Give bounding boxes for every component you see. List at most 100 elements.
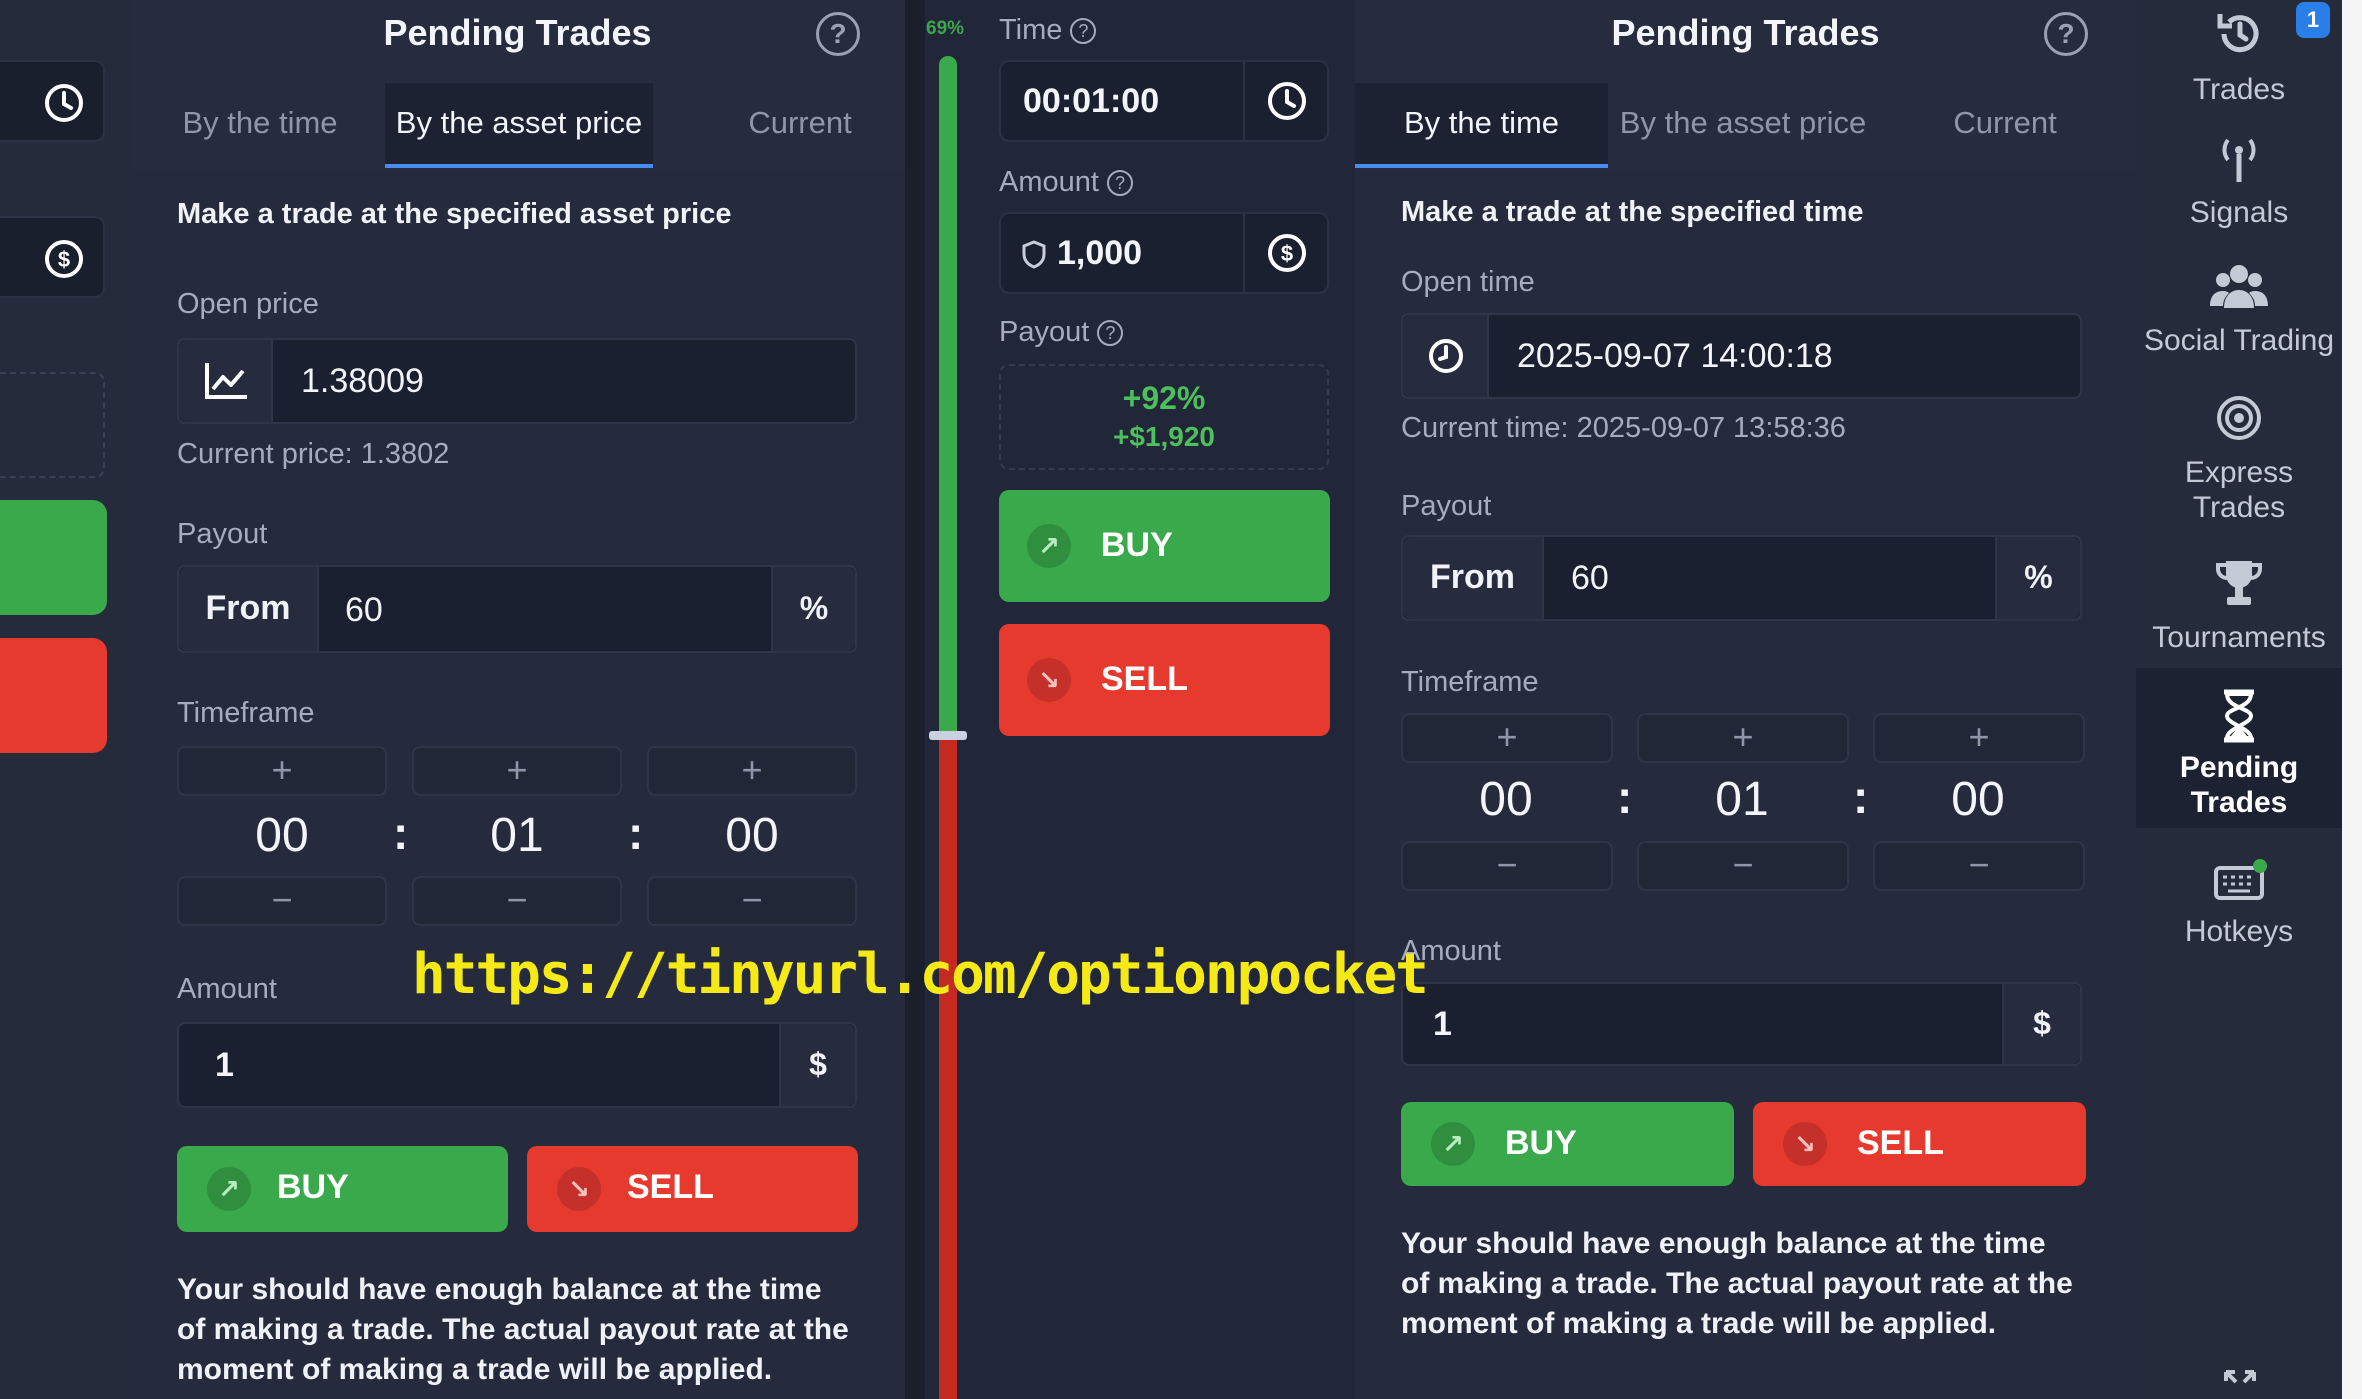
buy-label: BUY (277, 1168, 349, 1206)
hours-minus-button[interactable]: − (177, 876, 387, 926)
timeframe-seconds[interactable]: 00 (647, 808, 857, 863)
nav-item-signals[interactable]: Signals (2136, 195, 2342, 230)
nav-item-social-trading[interactable]: Social Trading (2136, 323, 2342, 358)
svg-text:$: $ (58, 247, 70, 272)
timeframe-hours[interactable]: 00 (177, 808, 387, 863)
time-separator: : (628, 807, 644, 859)
sell-label: SELL (627, 1168, 714, 1206)
seconds-plus-button[interactable]: + (1873, 713, 2085, 763)
scrollbar-track[interactable] (2342, 0, 2362, 1399)
dollar-icon: $ (1268, 234, 1306, 272)
payout-value: 60 (1571, 559, 1609, 597)
payout-input[interactable]: From 60 % (177, 565, 857, 653)
tab-by-the-time[interactable]: By the time (1355, 83, 1608, 168)
buy-button[interactable]: ↗ BUY (1401, 1102, 1734, 1186)
nav-item-hotkeys[interactable]: Hotkeys (2136, 914, 2342, 949)
tab-current[interactable]: Current (1905, 83, 2105, 168)
seconds-minus-button[interactable]: − (647, 876, 857, 926)
help-icon[interactable]: ? (2044, 12, 2088, 56)
help-icon[interactable]: ? (816, 12, 860, 56)
nav-item-trades[interactable]: Trades (2136, 72, 2342, 107)
screenshot: $ Pending Trades ? By the time By the as… (0, 0, 2362, 1399)
nav-item-pending-trades[interactable]: Pending Trades (2136, 750, 2342, 820)
payout-input[interactable]: From 60 % (1401, 535, 2082, 621)
open-price-value: 1.38009 (301, 362, 424, 400)
seconds-plus-button[interactable]: + (647, 746, 857, 796)
balance-note: Your should have enough balance at the t… (1401, 1227, 2073, 1340)
payout-amount: +$1,920 (1113, 421, 1215, 452)
open-price-input[interactable]: 1.38009 (177, 338, 857, 424)
help-icon[interactable]: ? (1107, 170, 1134, 197)
amount-currency-button[interactable]: $ (0, 216, 105, 298)
timeframe-label: Timeframe (1401, 666, 1539, 698)
percent-unit: % (771, 567, 855, 651)
timeframe-seconds[interactable]: 00 (1873, 772, 2083, 827)
time-picker-button[interactable] (0, 60, 105, 142)
dollar-icon: $ (45, 240, 83, 278)
help-icon[interactable]: ? (1097, 320, 1124, 347)
tab-by-asset-price[interactable]: By the asset price (385, 83, 653, 168)
panel-description: Make a trade at the specified time (1401, 196, 1864, 228)
help-icon[interactable]: ? (1070, 18, 1097, 45)
amount-input[interactable]: 1 $ (177, 1022, 857, 1108)
arrow-up-right-icon: ↗ (1027, 524, 1071, 568)
sell-button-partial[interactable] (0, 638, 107, 753)
amount-input[interactable]: 1,000 $ (999, 212, 1329, 294)
minutes-plus-button[interactable]: + (412, 746, 622, 796)
time-separator: : (1853, 771, 1869, 823)
tab-by-the-time[interactable]: By the time (160, 83, 360, 168)
buy-button[interactable]: ↗ BUY (999, 490, 1330, 602)
open-time-input[interactable]: 2025-09-07 14:00:18 (1401, 313, 2082, 399)
amount-input[interactable]: 1 $ (1401, 982, 2082, 1066)
sell-button[interactable]: ↘ SELL (1753, 1102, 2086, 1186)
minutes-minus-button[interactable]: − (412, 876, 622, 926)
clock-icon-box[interactable] (1243, 62, 1327, 140)
current-price: Current price: 1.3802 (177, 438, 450, 470)
buy-button-partial[interactable] (0, 500, 107, 615)
sell-button[interactable]: ↘ SELL (999, 624, 1330, 736)
amount-value: 1 (1433, 1005, 1452, 1043)
payout-placeholder (0, 372, 105, 478)
sell-label: SELL (1857, 1124, 1944, 1162)
antenna-icon (2222, 138, 2256, 182)
tab-current[interactable]: Current (700, 83, 900, 168)
nav-item-express-trades[interactable]: Express Trades (2136, 455, 2342, 525)
timeframe-minutes[interactable]: 01 (412, 808, 622, 863)
tab-by-asset-price[interactable]: By the asset price (1608, 83, 1878, 168)
chart-icon-box (179, 340, 273, 422)
buy-button[interactable]: ↗ BUY (177, 1146, 508, 1232)
timeframe-minutes[interactable]: 01 (1637, 772, 1847, 827)
timeframe-hours[interactable]: 00 (1401, 772, 1611, 827)
hours-plus-button[interactable]: + (1401, 713, 1613, 763)
buy-label: BUY (1101, 526, 1173, 564)
svg-text:$: $ (1281, 241, 1293, 266)
panel-header: Pending Trades ? By the time By the asse… (130, 0, 905, 170)
currency-icon-box[interactable]: $ (1243, 214, 1327, 292)
minutes-minus-button[interactable]: − (1637, 841, 1849, 891)
watermark-url: https://tinyurl.com/optionpocket (412, 942, 1429, 1007)
arrow-down-right-icon: ↘ (557, 1167, 601, 1211)
sentiment-handle[interactable] (929, 731, 967, 740)
time-input[interactable]: 00:01:00 (999, 60, 1329, 142)
payout-box: +92% +$1,920 (999, 364, 1329, 470)
time-separator: : (393, 807, 409, 859)
hourglass-icon (2224, 689, 2254, 743)
arrow-up-right-icon: ↗ (207, 1167, 251, 1211)
buy-label: BUY (1505, 1124, 1577, 1162)
open-time-label: Open time (1401, 266, 1535, 298)
seconds-minus-button[interactable]: − (1873, 841, 2085, 891)
pending-trades-panel-right: Pending Trades ? By the time By the asse… (1355, 0, 2136, 1399)
payout-label-text: Payout (999, 316, 1090, 348)
sell-label: SELL (1101, 660, 1188, 698)
open-time-value: 2025-09-07 14:00:18 (1517, 337, 1833, 375)
sell-button[interactable]: ↘ SELL (527, 1146, 858, 1232)
nav-item-tournaments[interactable]: Tournaments (2136, 620, 2342, 655)
clock-icon (1429, 339, 1463, 373)
dollar-unit: $ (2002, 984, 2080, 1064)
amount-label: Amount ? (999, 166, 1134, 199)
hours-plus-button[interactable]: + (177, 746, 387, 796)
trades-count-badge: 1 (2296, 2, 2330, 38)
minutes-plus-button[interactable]: + (1637, 713, 1849, 763)
hours-minus-button[interactable]: − (1401, 841, 1613, 891)
expand-icon[interactable] (2220, 1366, 2260, 1399)
